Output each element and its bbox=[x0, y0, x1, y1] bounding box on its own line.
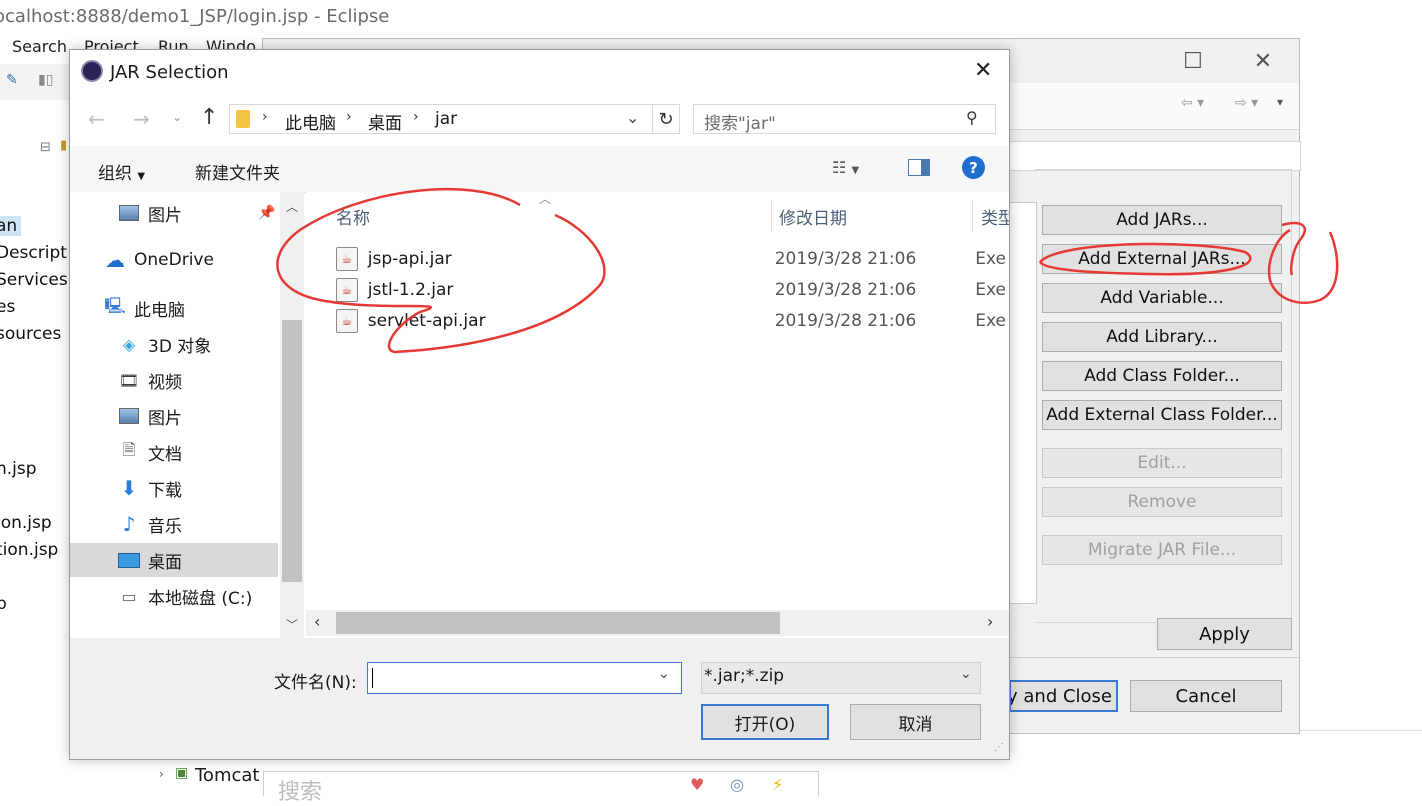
annotation-mark-right bbox=[1267, 221, 1339, 305]
annotation-ellipse-button bbox=[1038, 242, 1252, 276]
red-annotations bbox=[276, 187, 1339, 354]
annotation-circle-files bbox=[276, 187, 606, 354]
